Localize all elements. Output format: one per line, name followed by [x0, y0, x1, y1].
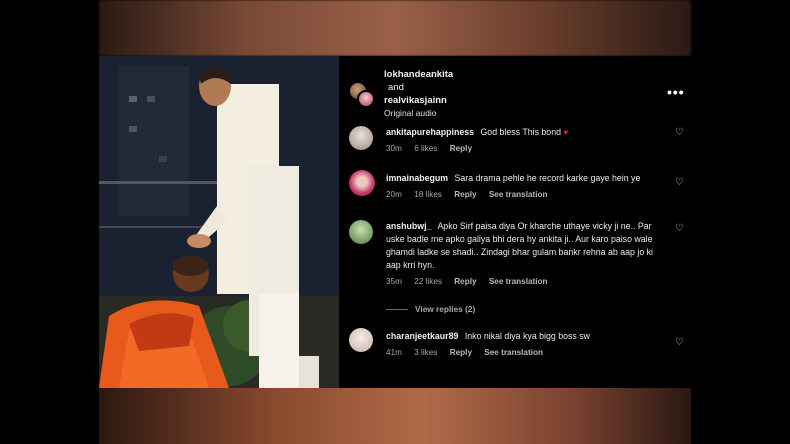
comment-body: imnainabegum Sara drama pehle he record … [386, 172, 666, 201]
comment-likes[interactable]: 6 likes [414, 144, 437, 153]
comment-meta: 41m 3 likes Reply See translation [386, 346, 666, 359]
reply-button[interactable]: Reply [450, 348, 472, 357]
post-header: lokhandeankita and realvikasjainn Origin… [339, 56, 691, 130]
comment-body: ankitapurehappiness God bless This bond … [386, 126, 666, 155]
post-photo [99, 56, 339, 388]
comment-avatar[interactable] [349, 220, 373, 244]
comment-time: 20m [386, 190, 402, 199]
comment-username[interactable]: anshubwj_ [386, 221, 431, 231]
audio-label[interactable]: Original audio [384, 107, 453, 120]
comment-time: 35m [386, 277, 402, 286]
like-heart-icon[interactable]: ♡ [675, 224, 685, 234]
view-replies-divider [386, 309, 408, 311]
comment-text: Sara drama pehle he record karke gaye he… [454, 173, 641, 183]
like-heart-icon[interactable]: ♡ [675, 178, 685, 188]
view-replies-label: View replies (2) [415, 304, 476, 314]
comment-meta: 20m 18 likes Reply See translation [386, 188, 666, 201]
comment-likes[interactable]: 22 likes [414, 277, 442, 286]
comment-meta: 30m 6 likes Reply [386, 142, 666, 155]
comment-avatar[interactable] [349, 328, 373, 352]
comment-meta: 35m 22 likes Reply See translation [386, 275, 666, 288]
reply-button[interactable]: Reply [454, 190, 476, 199]
video-frame: lokhandeankita and realvikasjainn Origin… [0, 0, 790, 444]
comment-username[interactable]: ankitapurehappiness [386, 127, 474, 137]
comment-username[interactable]: imnainabegum [386, 173, 448, 183]
comment-time: 30m [386, 144, 402, 153]
red-heart-emoji-icon: ♥ [563, 128, 569, 137]
author-username-1[interactable]: lokhandeankita [384, 68, 453, 81]
see-translation-button[interactable]: See translation [484, 348, 543, 357]
author-conjunction: and [388, 82, 404, 93]
comment-likes[interactable]: 3 likes [414, 348, 437, 357]
see-translation-button[interactable]: See translation [489, 190, 548, 199]
see-translation-button[interactable]: See translation [489, 277, 548, 286]
post-authors: lokhandeankita and realvikasjainn Origin… [384, 68, 453, 120]
comment-list: ankitapurehappiness God bless This bond … [339, 126, 691, 388]
comments-panel: lokhandeankita and realvikasjainn Origin… [339, 56, 691, 388]
comment-username[interactable]: charanjeetkaur89 [386, 331, 458, 341]
comment-avatar[interactable] [349, 126, 373, 150]
avatar-user2[interactable] [357, 90, 375, 108]
author-username-2[interactable]: realvikasjainn [384, 94, 453, 107]
post-photo-illustration [99, 56, 339, 388]
comment-text: God bless This bond [480, 127, 561, 137]
view-replies-button[interactable]: View replies (2) [386, 304, 475, 314]
reply-button[interactable]: Reply [450, 144, 472, 153]
comment-body: anshubwj_ Apko Sirf paisa diya Or kharch… [386, 220, 666, 288]
comment-time: 41m [386, 348, 402, 357]
blurred-background-bottom [99, 388, 691, 444]
comment-text: Inko nikal diya kya bigg boss sw [464, 331, 591, 341]
comment-body: charanjeetkaur89 Inko nikal diya kya big… [386, 330, 666, 359]
like-heart-icon[interactable]: ♡ [675, 128, 685, 138]
like-heart-icon[interactable]: ♡ [675, 338, 685, 348]
reply-button[interactable]: Reply [454, 277, 476, 286]
more-horizontal-icon[interactable]: ••• [667, 84, 685, 100]
comment-avatar[interactable] [349, 170, 375, 196]
blurred-background-top [99, 0, 691, 56]
comment-likes[interactable]: 18 likes [414, 190, 442, 199]
collab-avatars[interactable] [349, 82, 375, 108]
